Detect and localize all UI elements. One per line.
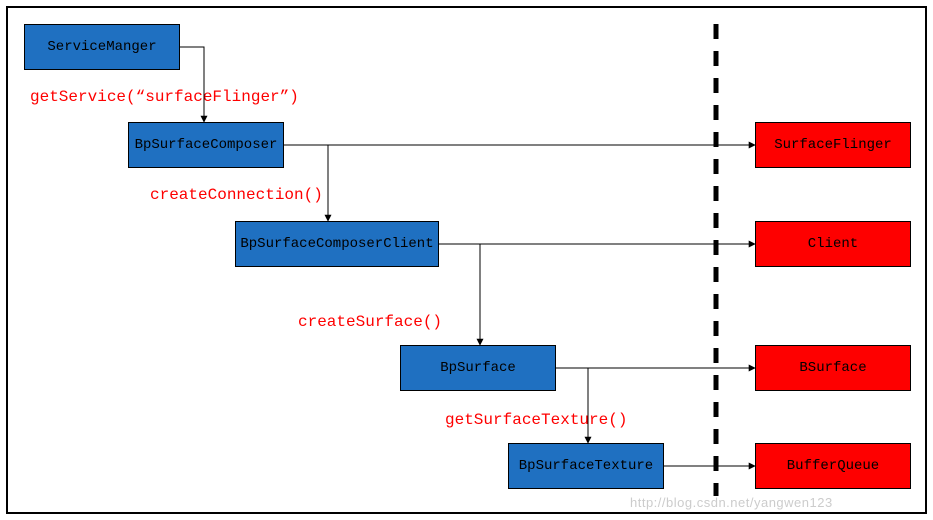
- box-label: BpSurfaceTexture: [519, 458, 653, 474]
- box-label: ServiceManger: [47, 39, 156, 55]
- label-get-surface-texture: getSurfaceTexture(): [445, 411, 627, 429]
- box-bp-surface: BpSurface: [400, 345, 556, 391]
- watermark: http://blog.csdn.net/yangwen123: [630, 495, 833, 510]
- box-service-manager: ServiceManger: [24, 24, 180, 70]
- box-client: Client: [755, 221, 911, 267]
- box-label: BSurface: [799, 360, 866, 376]
- box-label: SurfaceFlinger: [774, 137, 892, 153]
- box-label: Client: [808, 236, 858, 252]
- label-create-connection: createConnection(): [150, 186, 323, 204]
- box-bsurface: BSurface: [755, 345, 911, 391]
- box-surface-flinger: SurfaceFlinger: [755, 122, 911, 168]
- box-label: BpSurfaceComposerClient: [240, 236, 433, 252]
- box-bp-surface-composer: BpSurfaceComposer: [128, 122, 284, 168]
- box-label: BpSurface: [440, 360, 516, 376]
- label-create-surface: createSurface(): [298, 313, 442, 331]
- box-bp-surface-composer-client: BpSurfaceComposerClient: [235, 221, 439, 267]
- box-bp-surface-texture: BpSurfaceTexture: [508, 443, 664, 489]
- box-label: BufferQueue: [787, 458, 879, 474]
- label-get-service: getService(“surfaceFlinger”): [30, 88, 299, 106]
- box-buffer-queue: BufferQueue: [755, 443, 911, 489]
- box-label: BpSurfaceComposer: [135, 137, 278, 153]
